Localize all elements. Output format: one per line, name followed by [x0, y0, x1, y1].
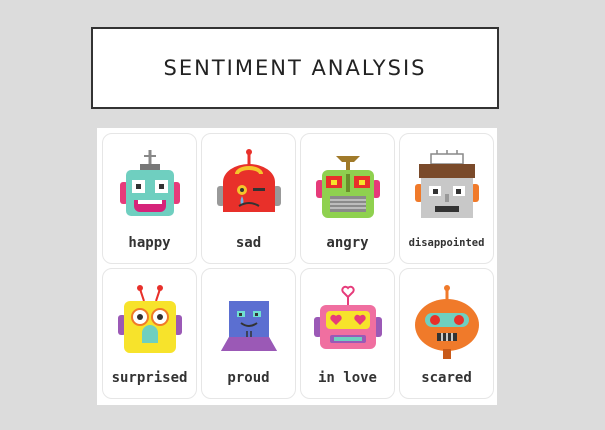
- happy-robot-icon: [119, 150, 180, 216]
- proud-robot-icon: [220, 301, 277, 351]
- robot-label-sad: sad: [235, 235, 262, 251]
- robot-label-happy: happy: [128, 235, 171, 251]
- card-in-love: in love: [300, 268, 395, 399]
- angry-robot-icon: [315, 156, 380, 218]
- card-surprised: surprised: [102, 268, 197, 399]
- card-disappointed: disappointed: [399, 133, 494, 264]
- title-box: SENTIMENT ANALYSIS: [91, 27, 499, 109]
- disappointed-robot-icon: [414, 150, 479, 218]
- card-proud: proud: [201, 268, 296, 399]
- surprised-robot-icon: [117, 285, 182, 353]
- card-happy: happy: [102, 133, 197, 264]
- robot-label-surprised: surprised: [111, 370, 188, 386]
- robot-label-scared: scared: [421, 370, 472, 386]
- robots-grid: happy sad angry disappointed surprised p…: [102, 133, 494, 399]
- robot-label-angry: angry: [326, 235, 369, 251]
- sad-robot-icon: [216, 149, 281, 212]
- robot-label-proud: proud: [227, 370, 270, 386]
- scared-robot-icon: [414, 285, 479, 359]
- card-scared: scared: [399, 268, 494, 399]
- robot-label-in-love: in love: [317, 370, 377, 386]
- card-angry: angry: [300, 133, 395, 264]
- robots-panel: happy sad angry disappointed surprised p…: [97, 128, 497, 405]
- in-love-robot-icon: [313, 285, 382, 349]
- robot-label-disappointed: disappointed: [408, 237, 485, 249]
- card-sad: sad: [201, 133, 296, 264]
- page-title: SENTIMENT ANALYSIS: [163, 56, 427, 80]
